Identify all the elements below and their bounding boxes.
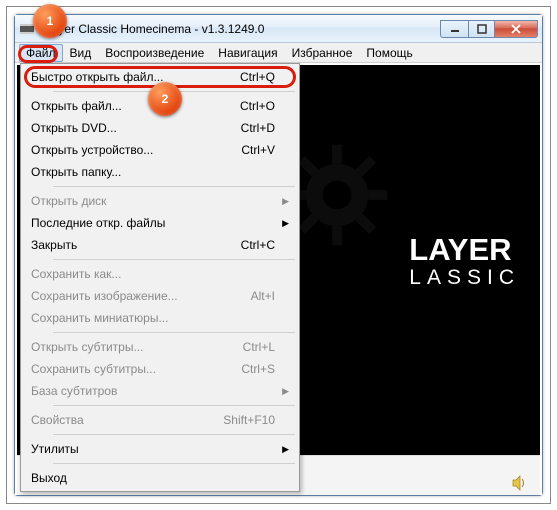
menu-playback[interactable]: Воспроизведение — [98, 44, 211, 62]
menu-row-shortcut: Ctrl+L — [243, 340, 275, 354]
menu-separator — [53, 332, 295, 333]
menu-separator — [53, 434, 295, 435]
menu-row-shortcut: Ctrl+S — [241, 362, 275, 376]
menu-navigation[interactable]: Навигация — [211, 44, 284, 62]
app-logo: LAYER LASSIC — [409, 234, 540, 290]
menu-row-shortcut: Ctrl+V — [241, 143, 275, 157]
menu-row: СвойстваShift+F10 — [23, 409, 297, 431]
menu-row-label: Сохранить как... — [31, 267, 275, 281]
menu-favorites[interactable]: Избранное — [285, 44, 360, 62]
menu-separator — [53, 405, 295, 406]
menu-row-label: Сохранить изображение... — [31, 289, 251, 303]
menu-separator — [53, 463, 295, 464]
menu-row-shortcut: Shift+F10 — [223, 413, 275, 427]
submenu-arrow-icon: ▶ — [282, 218, 289, 229]
menu-separator — [53, 259, 295, 260]
menu-row-label: Открыть файл... — [31, 99, 240, 113]
menu-row: Открыть субтитры...Ctrl+L — [23, 336, 297, 358]
menu-row-shortcut: Ctrl+C — [241, 238, 275, 252]
menu-row-label: Открыть папку... — [31, 165, 275, 179]
maximize-button[interactable] — [468, 20, 494, 38]
menu-row-shortcut: Ctrl+O — [240, 99, 275, 113]
menu-row[interactable]: ЗакрытьCtrl+C — [23, 234, 297, 256]
callout-2: 2 — [148, 82, 182, 116]
logo-line2: LASSIC — [409, 265, 520, 290]
submenu-arrow-icon: ▶ — [282, 386, 289, 397]
highlight-menu-file — [18, 45, 58, 63]
menu-row-label: Последние откр. файлы — [31, 216, 275, 230]
close-button[interactable] — [494, 20, 538, 38]
submenu-arrow-icon: ▶ — [282, 196, 289, 207]
menu-bar: Файл Вид Воспроизведение Навигация Избра… — [15, 43, 542, 63]
volume-icon[interactable] — [512, 475, 530, 491]
logo-line1: LAYER — [409, 234, 520, 265]
menu-row[interactable]: Последние откр. файлы ▶ — [23, 212, 297, 234]
menu-row-label: Выход — [31, 471, 275, 485]
title-bar[interactable]: Player Classic Homecinema - v1.3.1249.0 — [15, 15, 542, 43]
submenu-arrow-icon: ▶ — [282, 444, 289, 455]
menu-row-label: База субтитров — [31, 384, 275, 398]
menu-row-label: Открыть устройство... — [31, 143, 241, 157]
menu-row: Сохранить как... — [23, 263, 297, 285]
menu-row-label: Закрыть — [31, 238, 241, 252]
menu-row: Сохранить субтитры...Ctrl+S — [23, 358, 297, 380]
callout-1: 1 — [33, 4, 67, 38]
menu-row-label: Утилиты — [31, 442, 275, 456]
menu-row-label: Сохранить субтитры... — [31, 362, 241, 376]
menu-row[interactable]: Утилиты ▶ — [23, 438, 297, 460]
menu-row: База субтитров ▶ — [23, 380, 297, 402]
window-title: Player Classic Homecinema - v1.3.1249.0 — [39, 22, 440, 36]
file-menu-dropdown: Быстро открыть файл...Ctrl+QОткрыть файл… — [20, 63, 300, 492]
menu-row: Открыть диск ▶ — [23, 190, 297, 212]
menu-row: Сохранить миниатюры... — [23, 307, 297, 329]
menu-row-label: Открыть субтитры... — [31, 340, 243, 354]
menu-row-shortcut: Ctrl+D — [241, 121, 275, 135]
menu-row-label: Открыть диск — [31, 194, 275, 208]
menu-row-label: Открыть DVD... — [31, 121, 241, 135]
menu-row-shortcut: Alt+I — [251, 289, 275, 303]
menu-row-label: Свойства — [31, 413, 223, 427]
minimize-button[interactable] — [440, 20, 468, 38]
menu-row[interactable]: Выход — [23, 467, 297, 489]
menu-row[interactable]: Открыть DVD...Ctrl+D — [23, 117, 297, 139]
menu-help[interactable]: Помощь — [359, 44, 419, 62]
menu-row[interactable]: Открыть папку... — [23, 161, 297, 183]
menu-row[interactable]: Открыть устройство...Ctrl+V — [23, 139, 297, 161]
menu-view[interactable]: Вид — [63, 44, 99, 62]
menu-row: Сохранить изображение...Alt+I — [23, 285, 297, 307]
menu-row-label: Сохранить миниатюры... — [31, 311, 275, 325]
menu-separator — [53, 186, 295, 187]
